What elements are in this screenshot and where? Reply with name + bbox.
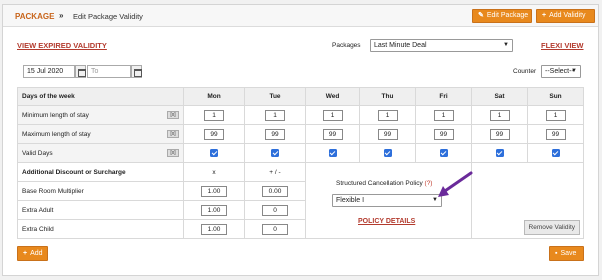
- max-stay-fri-input[interactable]: 99: [433, 128, 454, 140]
- save-button-label: Save: [560, 250, 577, 257]
- plus-icon: +: [23, 250, 28, 257]
- save-button[interactable]: ▪ Save: [549, 246, 584, 261]
- valid-fri-checkbox[interactable]: [439, 149, 448, 157]
- max-stay-label-cell: Maximum length of stay [x]: [17, 124, 184, 144]
- row-toggle-icon[interactable]: [x]: [167, 111, 179, 119]
- max-stay-tue-input[interactable]: 99: [265, 128, 285, 140]
- day-header-wed: Wed: [305, 87, 360, 106]
- add-validity-label: Add Validity: [549, 12, 586, 19]
- extra-adult-label: Extra Adult: [17, 200, 184, 220]
- valid-days-label-cell: Valid Days [x]: [17, 143, 184, 163]
- valid-days-row: Valid Days [x]: [17, 143, 584, 163]
- min-stay-row: Minimum length of stay [x] 1 1 1 1 1 1 1: [17, 105, 584, 125]
- day-header-fri: Fri: [415, 87, 472, 106]
- base-room-multiplier-input[interactable]: 1.00: [201, 185, 227, 197]
- additional-header-row: Additional Discount or Surcharge x + / -…: [17, 162, 584, 239]
- cancellation-policy-heading: Structured Cancellation Policy (?): [336, 180, 432, 187]
- packages-select[interactable]: Last Minute Deal ▼: [370, 39, 513, 52]
- counter-select[interactable]: --Select-- ▼: [541, 65, 581, 78]
- remove-validity-cell: Remove Validity: [471, 162, 584, 239]
- max-stay-mon-input[interactable]: 99: [204, 128, 224, 140]
- packages-select-value: Last Minute Deal: [374, 42, 427, 49]
- extra-child-label: Extra Child: [17, 219, 184, 239]
- base-room-label: Base Room Multiplier: [17, 181, 184, 201]
- chevron-down-icon: ▼: [571, 68, 577, 74]
- valid-sun-checkbox[interactable]: [551, 149, 560, 157]
- add-validity-button[interactable]: + Add Validity: [536, 9, 595, 23]
- max-stay-thu-input[interactable]: 99: [377, 128, 398, 140]
- max-stay-label: Maximum length of stay: [22, 130, 91, 138]
- calendar-icon[interactable]: [131, 65, 142, 78]
- max-stay-wed-input[interactable]: 99: [322, 128, 343, 140]
- chevron-down-icon: ▼: [503, 42, 509, 48]
- row-toggle-icon[interactable]: [x]: [167, 149, 179, 157]
- calendar-icon[interactable]: [75, 65, 86, 78]
- day-header-thu: Thu: [359, 87, 416, 106]
- cancellation-policy-label: Structured Cancellation Policy: [336, 180, 423, 187]
- days-header: Days of the week: [17, 87, 184, 106]
- from-date-input[interactable]: 15 Jul 2020: [23, 65, 75, 78]
- min-stay-wed-input[interactable]: 1: [322, 109, 343, 121]
- min-stay-sun-input[interactable]: 1: [545, 109, 566, 121]
- from-date-value: 15 Jul 2020: [27, 68, 64, 75]
- to-date-input[interactable]: To: [87, 65, 131, 78]
- cancellation-policy-value: Flexible I: [336, 197, 365, 204]
- plus-icon: +: [542, 12, 547, 19]
- save-icon: ▪: [555, 250, 558, 257]
- max-stay-sun-input[interactable]: 99: [545, 128, 566, 140]
- min-stay-label: Minimum length of stay: [22, 111, 89, 119]
- arrow-annotation: [438, 171, 473, 197]
- valid-mon-checkbox[interactable]: [210, 149, 218, 157]
- to-date-placeholder: To: [91, 68, 99, 75]
- min-stay-tue-input[interactable]: 1: [265, 109, 285, 121]
- add-button[interactable]: + Add: [17, 246, 48, 261]
- counter-select-value: --Select--: [545, 68, 574, 75]
- base-room-surcharge-input[interactable]: 0.00: [262, 185, 288, 197]
- extra-child-multiplier-input[interactable]: 1.00: [201, 223, 227, 235]
- breadcrumb: Edit Package Validity: [73, 12, 143, 21]
- min-stay-sat-input[interactable]: 1: [489, 109, 510, 121]
- min-stay-label-cell: Minimum length of stay [x]: [17, 105, 184, 125]
- help-icon[interactable]: (?): [425, 180, 433, 187]
- multiplier-header: x: [183, 162, 245, 182]
- flexi-view-link[interactable]: FLEXI VIEW: [541, 41, 584, 50]
- policy-details-link[interactable]: POLICY DETAILS: [358, 218, 415, 225]
- additional-discount-label: Additional Discount or Surcharge: [17, 162, 184, 182]
- validity-grid: Days of the week Mon Tue Wed Thu Fri Sat…: [17, 87, 584, 239]
- valid-wed-checkbox[interactable]: [328, 149, 337, 157]
- min-stay-mon-input[interactable]: 1: [204, 109, 224, 121]
- packages-label: Packages: [332, 42, 361, 49]
- day-header-mon: Mon: [183, 87, 245, 106]
- view-expired-validity-link[interactable]: VIEW EXPIRED VALIDITY: [17, 41, 107, 50]
- valid-thu-checkbox[interactable]: [383, 149, 392, 157]
- edit-package-button[interactable]: ✎ Edit Package: [472, 9, 532, 23]
- package-validity-panel: PACKAGE » Edit Package Validity ✎ Edit Pa…: [2, 4, 599, 276]
- max-stay-row: Maximum length of stay [x] 99 99 99 99 9…: [17, 124, 584, 144]
- edit-package-label: Edit Package: [486, 12, 529, 19]
- surcharge-header: + / -: [244, 162, 306, 182]
- day-header-sat: Sat: [471, 87, 528, 106]
- cancellation-policy-select[interactable]: Flexible I ▼: [332, 194, 442, 207]
- panel-header: PACKAGE » Edit Package Validity ✎ Edit Pa…: [3, 5, 598, 27]
- add-button-label: Add: [30, 250, 43, 257]
- days-header-row: Days of the week Mon Tue Wed Thu Fri Sat…: [17, 87, 584, 106]
- remove-validity-button[interactable]: Remove Validity: [523, 220, 580, 235]
- extra-adult-surcharge-input[interactable]: 0: [262, 204, 288, 216]
- day-header-tue: Tue: [244, 87, 306, 106]
- extra-child-surcharge-input[interactable]: 0: [262, 223, 288, 235]
- valid-tue-checkbox[interactable]: [271, 149, 279, 157]
- extra-adult-multiplier-input[interactable]: 1.00: [201, 204, 227, 216]
- day-header-sun: Sun: [527, 87, 584, 106]
- valid-sat-checkbox[interactable]: [495, 149, 504, 157]
- min-stay-thu-input[interactable]: 1: [377, 109, 398, 121]
- counter-label: Counter: [513, 68, 537, 75]
- min-stay-fri-input[interactable]: 1: [433, 109, 454, 121]
- edit-icon: ✎: [478, 12, 484, 19]
- max-stay-sat-input[interactable]: 99: [489, 128, 510, 140]
- row-toggle-icon[interactable]: [x]: [167, 130, 179, 138]
- cancellation-policy-cell: Structured Cancellation Policy (?) Flexi…: [305, 162, 473, 239]
- breadcrumb-separator: »: [59, 11, 64, 20]
- valid-days-label: Valid Days: [22, 149, 53, 157]
- page-title: PACKAGE: [15, 12, 55, 21]
